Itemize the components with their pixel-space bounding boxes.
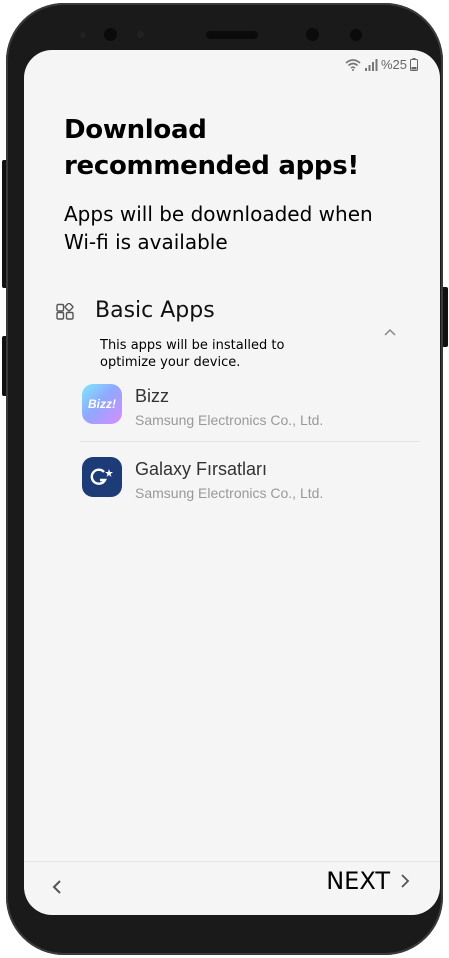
app-item-galaxy-firsatlari[interactable]: Galaxy Fırsatları Samsung Electronics Co… xyxy=(80,443,420,515)
signal-icon xyxy=(364,58,378,71)
phone-frame: %25 Download recommended apps! Apps will… xyxy=(6,3,443,955)
footer-divider xyxy=(24,861,440,862)
back-chevron-icon[interactable] xyxy=(50,876,64,898)
app-developer: Samsung Electronics Co., Ltd. xyxy=(135,412,324,428)
page-title: Download recommended apps! xyxy=(64,115,359,181)
chevron-up-icon[interactable] xyxy=(384,328,396,336)
iris-scanner xyxy=(306,28,319,41)
app-item-bizz[interactable]: Bizz! Bizz Samsung Electronics Co., Ltd. xyxy=(80,370,420,442)
sensor-dot xyxy=(137,31,144,38)
section-description: This apps will be installed to optimize … xyxy=(100,337,340,371)
app-name: Galaxy Fırsatları xyxy=(135,459,268,479)
bizz-app-icon: Bizz! xyxy=(82,384,122,424)
status-bar: %25 xyxy=(345,57,418,72)
apps-category-icon xyxy=(56,303,74,320)
bizz-icon-text: Bizz! xyxy=(88,397,116,411)
wifi-icon xyxy=(345,58,361,71)
front-camera xyxy=(104,28,117,41)
earpiece-speaker xyxy=(206,31,258,39)
sensor-dot xyxy=(80,32,86,38)
list-divider xyxy=(80,441,420,442)
battery-icon xyxy=(410,58,418,71)
app-developer: Samsung Electronics Co., Ltd. xyxy=(135,485,324,501)
iris-camera xyxy=(350,29,362,41)
screen: %25 Download recommended apps! Apps will… xyxy=(24,50,440,915)
section-title[interactable]: Basic Apps xyxy=(95,298,215,323)
page-subtitle: Apps will be downloaded when Wi-fi is av… xyxy=(64,202,373,254)
chevron-right-icon xyxy=(401,874,410,888)
galaxy-g-star-icon xyxy=(90,468,113,485)
battery-percent: %25 xyxy=(380,57,407,72)
galaxy-firsatlari-app-icon xyxy=(82,457,122,497)
next-button[interactable]: NEXT xyxy=(326,867,410,895)
next-button-label: NEXT xyxy=(326,867,390,895)
app-name: Bizz xyxy=(135,386,170,406)
